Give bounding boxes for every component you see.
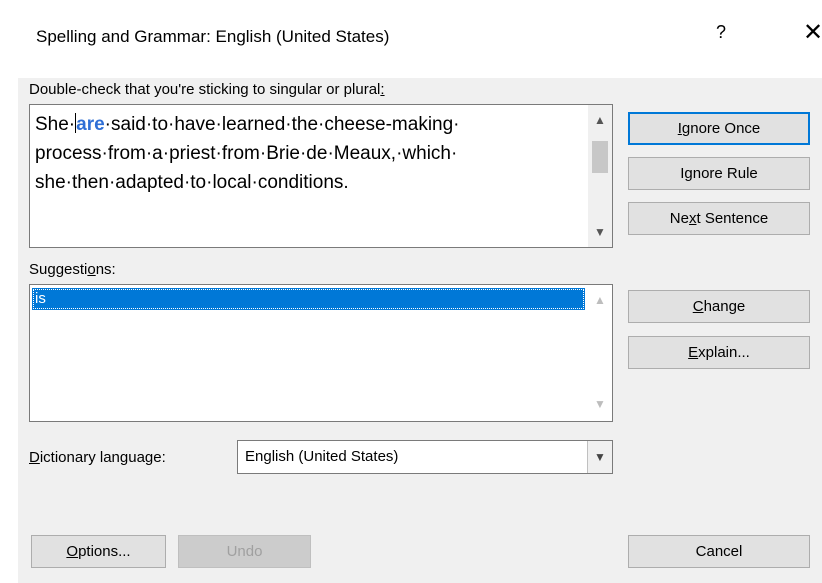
dictionary-language-label: Dictionary language: bbox=[29, 449, 166, 466]
sentence-pre: She· bbox=[35, 114, 76, 135]
dictionary-accel: D bbox=[29, 449, 40, 466]
suggestions-label-accel: o bbox=[87, 261, 96, 278]
cancel-button[interactable]: Cancel bbox=[628, 535, 810, 568]
title-bar: Spelling and Grammar: English (United St… bbox=[18, 0, 822, 78]
sentence-line1-rest: ·said·to·have·learned·the·cheese-making· bbox=[104, 114, 460, 135]
suggestions-list[interactable]: is ▲ ▼ bbox=[29, 284, 613, 422]
change-label: hange bbox=[703, 298, 746, 315]
help-button[interactable]: ? bbox=[708, 22, 734, 43]
issue-heading-text: Double-check that you're sticking to sin… bbox=[29, 81, 381, 98]
change-button[interactable]: Change bbox=[628, 290, 810, 323]
ignore-rule-accel: g bbox=[684, 165, 693, 182]
options-label: ptions... bbox=[78, 543, 131, 560]
suggestions-label: Suggestions: bbox=[29, 261, 116, 278]
sentence-scrollbar[interactable]: ▲ ▼ bbox=[588, 105, 612, 247]
sentence-line3: she·then·adapted·to·local·conditions. bbox=[35, 172, 349, 193]
suggestions-scrollbar[interactable]: ▲ ▼ bbox=[588, 285, 612, 421]
close-icon[interactable]: ✕ bbox=[798, 20, 822, 46]
change-accel: C bbox=[692, 298, 704, 315]
ignore-once-button[interactable]: Ignore Once bbox=[628, 112, 810, 145]
sentence-text[interactable]: She·are·said·to·have·learned·the·cheese-… bbox=[35, 110, 583, 197]
dictionary-label-text: ictionary language: bbox=[39, 449, 166, 466]
suggestions-label-post: ns: bbox=[95, 261, 116, 278]
options-accel: O bbox=[66, 543, 79, 560]
explain-button[interactable]: Explain... bbox=[628, 336, 810, 369]
undo-button[interactable]: Undo bbox=[178, 535, 311, 568]
options-button[interactable]: Options... bbox=[31, 535, 166, 568]
explain-label: xplain... bbox=[698, 344, 750, 361]
next-sentence-button[interactable]: Next Sentence bbox=[628, 202, 810, 235]
scroll-down-icon[interactable]: ▼ bbox=[588, 397, 612, 411]
ignore-once-label: gnore Once bbox=[681, 120, 761, 137]
issue-heading-colon: : bbox=[380, 81, 385, 98]
next-sentence-label: t Sentence bbox=[696, 210, 769, 227]
next-sentence-pre: Ne bbox=[669, 210, 689, 227]
scroll-down-icon[interactable]: ▼ bbox=[588, 225, 612, 239]
ignore-rule-label: nore Rule bbox=[692, 165, 758, 182]
window-title: Spelling and Grammar: English (United St… bbox=[36, 27, 390, 46]
spelling-grammar-dialog: Spelling and Grammar: English (United St… bbox=[0, 0, 822, 583]
suggestion-item[interactable]: is bbox=[32, 288, 585, 310]
dictionary-language-value: English (United States) bbox=[245, 448, 399, 465]
issue-heading: Double-check that you're sticking to sin… bbox=[29, 81, 385, 98]
background-strip bbox=[0, 0, 18, 583]
scroll-thumb[interactable] bbox=[592, 141, 608, 173]
explain-accel: E bbox=[688, 344, 699, 361]
flagged-word[interactable]: are bbox=[76, 114, 105, 135]
scroll-up-icon[interactable]: ▲ bbox=[588, 293, 612, 307]
sentence-textbox[interactable]: She·are·said·to·have·learned·the·cheese-… bbox=[29, 104, 613, 248]
dictionary-language-select[interactable]: English (United States) ▼ bbox=[237, 440, 613, 474]
suggestions-label-pre: Suggesti bbox=[29, 261, 88, 278]
chevron-down-icon[interactable]: ▼ bbox=[587, 441, 612, 473]
scroll-up-icon[interactable]: ▲ bbox=[588, 113, 612, 127]
ignore-rule-button[interactable]: Ignore Rule bbox=[628, 157, 810, 190]
sentence-line2: process·from·a·priest·from·Brie·de·Meaux… bbox=[35, 143, 458, 164]
